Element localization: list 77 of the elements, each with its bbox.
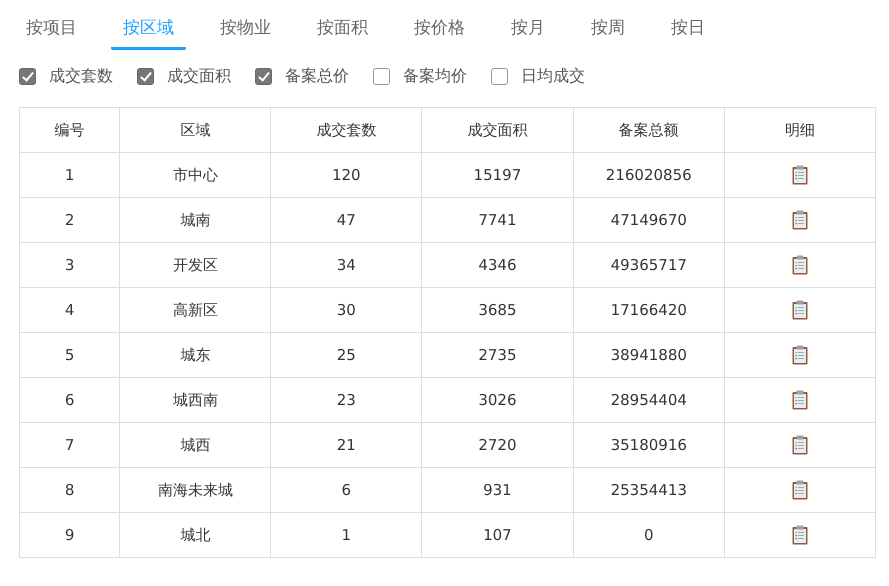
checkbox-label: 备案总价 (285, 66, 349, 87)
table-cell: 6 (270, 468, 422, 512)
clipboard-icon[interactable] (792, 525, 808, 545)
tab[interactable]: 按周 (579, 10, 637, 50)
column-header: 明细 (724, 108, 876, 152)
tab[interactable]: 按物业 (208, 10, 283, 50)
table-cell: 0 (573, 512, 724, 558)
column-header: 区域 (120, 108, 271, 152)
tab[interactable]: 按项目 (14, 10, 89, 50)
table-cell: 开发区 (120, 242, 271, 288)
clipboard-icon[interactable] (792, 165, 808, 185)
checkbox[interactable] (137, 68, 154, 85)
checkbox[interactable] (491, 68, 508, 85)
table-cell: 23 (270, 378, 422, 422)
checkbox-label: 备案均价 (403, 66, 467, 87)
clipboard-icon[interactable] (792, 345, 808, 365)
table-cell: 城东 (120, 332, 271, 378)
column-header: 成交面积 (422, 108, 573, 152)
tab[interactable]: 按日 (659, 10, 717, 50)
table-cell: 17166420 (573, 288, 724, 332)
table-cell: 城南 (120, 198, 271, 242)
table-cell: 南海未来城 (120, 468, 271, 512)
table-cell: 216020856 (573, 152, 724, 198)
checkbox[interactable] (19, 68, 36, 85)
table-cell: 4 (20, 288, 120, 332)
table-cell: 城西南 (120, 378, 271, 422)
table-cell: 2 (20, 198, 120, 242)
table-cell: 7741 (422, 198, 573, 242)
checkbox[interactable] (373, 68, 390, 85)
table-cell: 7 (20, 422, 120, 468)
table-cell: 34 (270, 242, 422, 288)
checkbox-label: 日均成交 (521, 66, 585, 87)
table-cell: 3 (20, 242, 120, 288)
table-cell: 6 (20, 378, 120, 422)
checkbox[interactable] (255, 68, 272, 85)
tab[interactable]: 按月 (499, 10, 557, 50)
table-cell: 21 (270, 422, 422, 468)
clipboard-icon[interactable] (792, 435, 808, 455)
table-cell: 931 (422, 468, 573, 512)
checkbox-label: 成交面积 (167, 66, 231, 87)
table-cell: 25 (270, 332, 422, 378)
tab[interactable]: 按价格 (402, 10, 477, 50)
table-cell: 35180916 (573, 422, 724, 468)
checkbox-label: 成交套数 (49, 66, 113, 87)
table-cell: 47149670 (573, 198, 724, 242)
table-cell: 8 (20, 468, 120, 512)
clipboard-icon[interactable] (792, 255, 808, 275)
clipboard-icon[interactable] (792, 390, 808, 410)
column-header: 编号 (20, 108, 120, 152)
table-cell: 3026 (422, 378, 573, 422)
table-cell: 38941880 (573, 332, 724, 378)
table-cell: 城北 (120, 512, 271, 558)
table-cell: 47 (270, 198, 422, 242)
column-header: 备案总额 (573, 108, 724, 152)
table-cell: 30 (270, 288, 422, 332)
table-cell: 49365717 (573, 242, 724, 288)
table-cell: 3685 (422, 288, 573, 332)
table-cell: 5 (20, 332, 120, 378)
table-cell: 107 (422, 512, 573, 558)
table-cell: 28954404 (573, 378, 724, 422)
table-cell: 2735 (422, 332, 573, 378)
table-cell: 1 (20, 152, 120, 198)
table-cell: 15197 (422, 152, 573, 198)
table-cell: 120 (270, 152, 422, 198)
table-cell: 9 (20, 512, 120, 558)
table-cell: 25354413 (573, 468, 724, 512)
clipboard-icon[interactable] (792, 210, 808, 230)
clipboard-icon[interactable] (792, 480, 808, 500)
table-cell: 城西 (120, 422, 271, 468)
table-cell: 4346 (422, 242, 573, 288)
clipboard-icon[interactable] (792, 300, 808, 320)
column-header: 成交套数 (270, 108, 422, 152)
tab[interactable]: 按面积 (305, 10, 380, 50)
table-cell: 2720 (422, 422, 573, 468)
table-cell: 1 (270, 512, 422, 558)
table-cell: 高新区 (120, 288, 271, 332)
table-cell: 市中心 (120, 152, 271, 198)
